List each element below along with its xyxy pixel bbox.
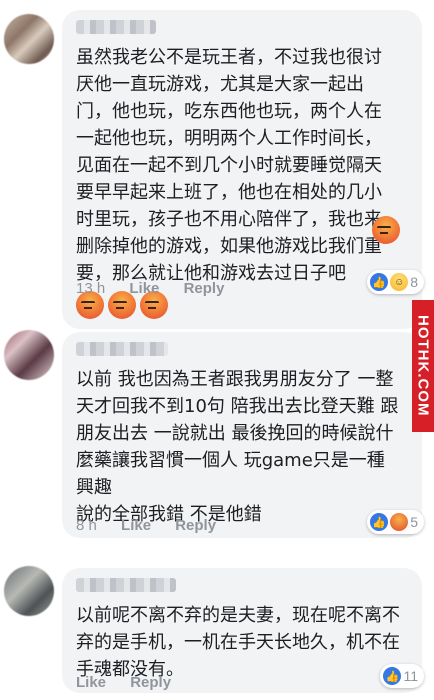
avatar[interactable]: [4, 14, 54, 64]
like-icon: 👍: [370, 513, 389, 531]
author-name-blurred[interactable]: [76, 578, 176, 592]
angry-icon: [390, 513, 409, 531]
timestamp[interactable]: 8 h: [76, 517, 97, 534]
reaction-count: 8: [410, 274, 418, 290]
avatar[interactable]: [4, 566, 54, 616]
like-link[interactable]: Like: [121, 517, 151, 534]
comment-text: 虽然我老公不是玩王者，不过我也很讨厌他一直玩游戏，尤其是大家一起出门，他也玩，吃…: [76, 47, 382, 284]
like-link[interactable]: Like: [76, 674, 106, 691]
haha-icon: ☺: [390, 273, 409, 291]
comment-bubble: 以前 我也因為王者跟我男朋友分了 一整天才回我不到10句 陪我出去比登天難 跟朋…: [62, 332, 422, 538]
avatar[interactable]: [4, 330, 54, 380]
angry-emoji-icon: [372, 216, 400, 244]
watermark-label: HOTHK.COM: [412, 300, 434, 432]
reaction-summary[interactable]: 👍 11: [380, 664, 424, 688]
reply-link[interactable]: Reply: [184, 280, 225, 297]
like-icon: 👍: [370, 273, 389, 291]
reply-link[interactable]: Reply: [130, 674, 171, 691]
comment-text: 以前呢不离不弃的是夫妻，现在呢不离不弃的是手机，一机在手天长地久，机不在手魂都没…: [76, 605, 400, 680]
timestamp[interactable]: 13 h: [76, 280, 105, 297]
comment-meta: 8 h Like Reply: [76, 517, 236, 534]
author-name-blurred[interactable]: [76, 20, 156, 34]
reaction-summary[interactable]: 👍 ☺ 8: [367, 270, 424, 294]
reaction-count: 5: [410, 514, 418, 530]
reaction-summary[interactable]: 👍 5: [367, 510, 424, 534]
comment-meta: Like Reply: [76, 674, 191, 691]
author-name-blurred[interactable]: [76, 342, 168, 356]
like-link[interactable]: Like: [129, 280, 159, 297]
comment-meta: 13 h Like Reply: [76, 280, 244, 297]
like-icon: 👍: [383, 667, 402, 685]
reply-link[interactable]: Reply: [175, 517, 216, 534]
reaction-count: 11: [403, 668, 418, 684]
comment-text: 以前 我也因為王者跟我男朋友分了 一整天才回我不到10句 陪我出去比登天難 跟朋…: [76, 369, 399, 525]
